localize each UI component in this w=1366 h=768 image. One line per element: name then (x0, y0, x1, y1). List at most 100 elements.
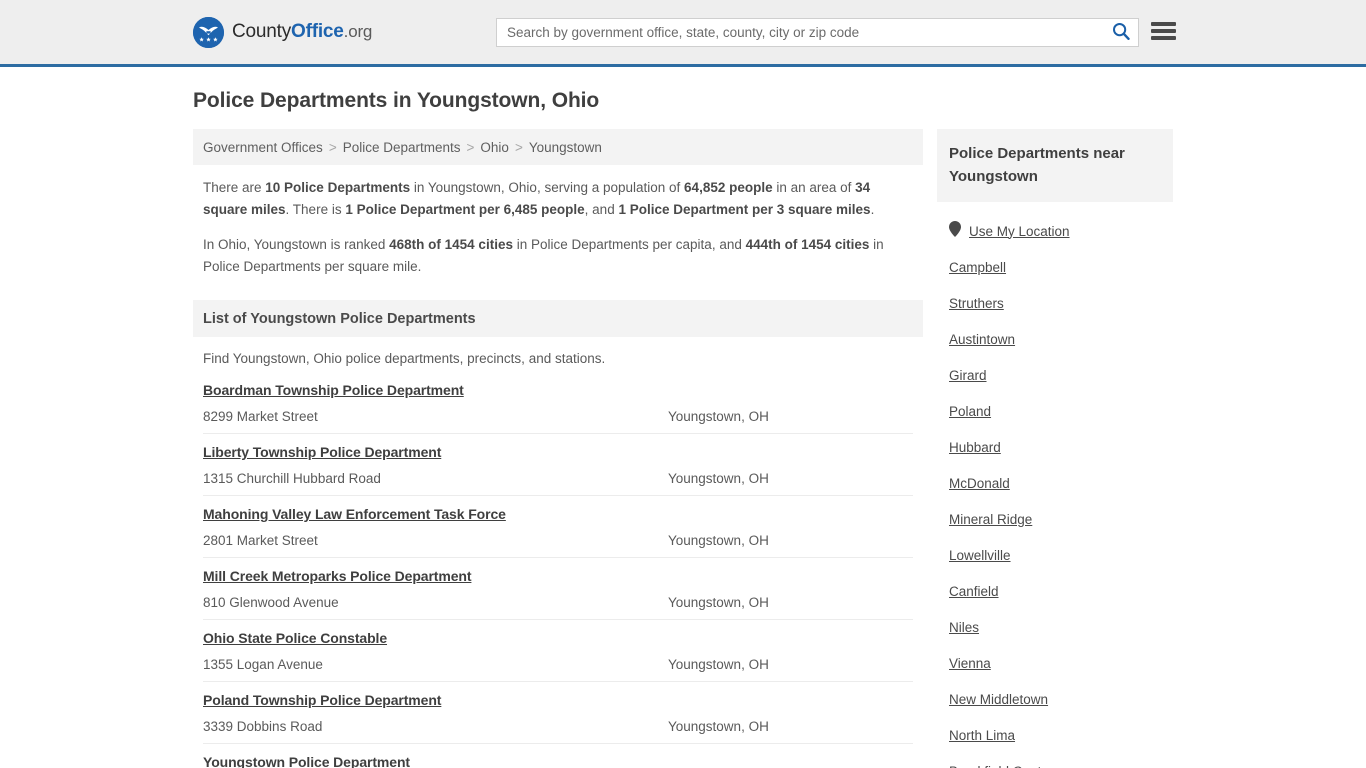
list-item-address: 3339 Dobbins Road (203, 719, 323, 734)
sidebar-item-hubbard[interactable]: Hubbard (949, 429, 1161, 465)
list-item: Poland Township Police Department 3339 Do… (203, 692, 913, 744)
breadcrumb-separator: > (466, 139, 475, 155)
sidebar-item-poland[interactable]: Poland (949, 393, 1161, 429)
emphasis-text-3: 64,852 people (684, 180, 773, 195)
list-item: Youngstown Police Department (203, 754, 913, 768)
list-item: Liberty Township Police Department 1315 C… (203, 444, 913, 496)
list-item-detail-row: 2801 Market Street Youngstown, OH (203, 533, 913, 548)
content-columns: Government Offices > Police Departments > Oh… (193, 129, 1173, 768)
plain-text-4: in an area of (772, 180, 856, 195)
breadcrumb-item-ohio[interactable]: Ohio (480, 140, 509, 155)
intro-paragraph-2: In Ohio, Youngstown is ranked 468th of 1… (203, 234, 913, 278)
site-logo-text: CountyOffice.org (232, 21, 372, 43)
map-pin-icon (949, 220, 961, 242)
sidebar-item-new-middletown[interactable]: New Middletown (949, 681, 1161, 717)
plain-text-8: , and (584, 202, 619, 217)
hamburger-bar-3 (1151, 36, 1176, 40)
plain-text-0: There are (203, 180, 266, 195)
police-department-link[interactable]: Ohio State Police Constable (203, 630, 387, 646)
plain-text-6: . There is (285, 202, 346, 217)
list-section-heading: List of Youngstown Police Departments (193, 300, 923, 337)
nearby-city-label: McDonald (949, 475, 1010, 491)
sidebar-item-mineral-ridge[interactable]: Mineral Ridge (949, 501, 1161, 537)
sidebar-item-campbell[interactable]: Campbell (949, 249, 1161, 285)
list-item-detail-row: 1315 Churchill Hubbard Road Youngstown, O… (203, 471, 913, 486)
list-item-detail-row: 1355 Logan Avenue Youngstown, OH (203, 657, 913, 672)
list-item: Mahoning Valley Law Enforcement Task For… (203, 506, 913, 558)
nearby-city-label: New Middletown (949, 691, 1049, 707)
sidebar: Police Departments near Youngstown Use M… (937, 129, 1173, 768)
nearby-city-label: North Lima (949, 727, 1016, 743)
list-item-city-state: Youngstown, OH (668, 719, 769, 734)
use-my-location-label: Use My Location (969, 223, 1070, 239)
nearby-city-label: Girard (949, 367, 987, 383)
nearby-city-label: Brookfield Center (949, 764, 1053, 768)
police-department-list: Boardman Township Police Department 8299 … (193, 382, 923, 768)
sidebar-item-canfield[interactable]: Canfield (949, 573, 1161, 609)
nearby-city-label: Niles (949, 619, 980, 635)
nearby-city-label: Hubbard (949, 439, 1001, 455)
nearby-cities-list: Campbell Struthers Austintown Girard Poland H… (949, 249, 1161, 768)
list-item-address: 1355 Logan Avenue (203, 657, 323, 672)
list-item-city-state: Youngstown, OH (668, 471, 769, 486)
nearby-city-label: Struthers (949, 295, 1004, 311)
police-department-link[interactable]: Youngstown Police Department (203, 754, 410, 768)
sidebar-item-girard[interactable]: Girard (949, 357, 1161, 393)
sidebar-item-mcdonald[interactable]: McDonald (949, 465, 1161, 501)
breadcrumb: Government Offices > Police Departments > Oh… (193, 129, 923, 165)
site-header: CountyOffice.org (0, 0, 1366, 67)
police-department-link[interactable]: Mill Creek Metroparks Police Department (203, 568, 472, 584)
breadcrumb-item-police-departments[interactable]: Police Departments (343, 140, 461, 155)
search-input[interactable] (497, 19, 1104, 46)
breadcrumb-item-government-offices[interactable]: Government Offices (203, 140, 323, 155)
police-department-link[interactable]: Boardman Township Police Department (203, 382, 464, 398)
intro-paragraph-1: There are 10 Police Departments in Young… (203, 177, 913, 221)
list-item-address: 2801 Market Street (203, 533, 318, 548)
sidebar-item-vienna[interactable]: Vienna (949, 645, 1161, 681)
breadcrumb-separator: > (514, 139, 523, 155)
police-department-link[interactable]: Poland Township Police Department (203, 692, 441, 708)
sidebar-item-lowellville[interactable]: Lowellville (949, 537, 1161, 573)
sidebar-item-use-my-location[interactable]: Use My Location (949, 213, 1161, 249)
sidebar-item-north-lima[interactable]: North Lima (949, 717, 1161, 753)
list-item-city-state: Youngstown, OH (668, 533, 769, 548)
plain-text-2: in Police Departments per capita, and (512, 237, 746, 252)
page-container: Police Departments in Youngstown, Ohio G… (0, 89, 1366, 768)
list-item-address: 1315 Churchill Hubbard Road (203, 471, 381, 486)
list-item-city-state: Youngstown, OH (668, 657, 769, 672)
list-item-address: 810 Glenwood Avenue (203, 595, 339, 610)
list-section-subtext: Find Youngstown, Ohio police departments… (203, 351, 606, 366)
brand-part-county: County (232, 21, 292, 42)
breadcrumb-item-youngstown[interactable]: Youngstown (529, 140, 602, 155)
emphasis-text-7: 1 Police Department per 6,485 people (345, 202, 585, 217)
list-item-address: 8299 Market Street (203, 409, 318, 424)
hamburger-bar-2 (1151, 29, 1176, 33)
brand-part-org: .org (343, 22, 373, 41)
search-bar (496, 18, 1139, 47)
main-column: Government Offices > Police Departments > Oh… (193, 129, 923, 768)
sidebar-heading: Police Departments near Youngstown (937, 129, 1173, 202)
emphasis-text-3: 444th of 1454 cities (745, 237, 870, 252)
nearby-city-label: Vienna (949, 655, 991, 671)
search-icon (1112, 22, 1130, 43)
sidebar-item-struthers[interactable]: Struthers (949, 285, 1161, 321)
emphasis-text-1: 10 Police Departments (265, 180, 411, 195)
hamburger-menu-icon[interactable] (1151, 20, 1176, 42)
search-button[interactable] (1104, 19, 1138, 46)
nearby-city-label: Campbell (949, 259, 1007, 275)
emphasis-text-9: 1 Police Department per 3 square miles (618, 202, 871, 217)
brand-part-office: Office (291, 21, 344, 42)
emphasis-text-1: 468th of 1454 cities (389, 237, 513, 252)
sidebar-item-brookfield-center[interactable]: Brookfield Center (949, 753, 1161, 768)
police-department-link[interactable]: Liberty Township Police Department (203, 444, 441, 460)
plain-text-0: In Ohio, Youngstown is ranked (203, 237, 390, 252)
sidebar-item-niles[interactable]: Niles (949, 609, 1161, 645)
list-item-detail-row: 3339 Dobbins Road Youngstown, OH (203, 719, 913, 734)
site-logo-link[interactable]: CountyOffice.org (193, 16, 372, 48)
sidebar-item-austintown[interactable]: Austintown (949, 321, 1161, 357)
intro-section: There are 10 Police Departments in Young… (193, 165, 923, 278)
plain-text-2: in Youngstown, Ohio, serving a populatio… (410, 180, 685, 195)
sidebar-links: Use My Location Campbell Struthers Austint… (937, 213, 1173, 768)
nearby-city-label: Canfield (949, 583, 999, 599)
police-department-link[interactable]: Mahoning Valley Law Enforcement Task For… (203, 506, 506, 522)
